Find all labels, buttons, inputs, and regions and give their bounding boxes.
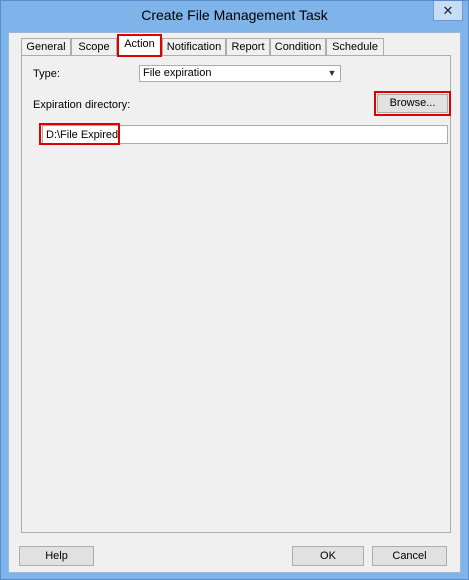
ok-button[interactable]: OK <box>292 546 364 566</box>
dialog-client-area: General Scope Action Notification Report… <box>8 32 461 573</box>
expiration-directory-field[interactable] <box>42 125 448 144</box>
browse-button[interactable]: Browse... <box>374 91 451 116</box>
tab-general[interactable]: General <box>21 38 71 55</box>
chevron-down-icon: ▼ <box>327 68 337 78</box>
type-select[interactable]: File expiration ▼ <box>139 65 341 82</box>
tab-schedule[interactable]: Schedule <box>326 38 384 55</box>
close-icon: ✕ <box>442 3 454 18</box>
help-button[interactable]: Help <box>19 546 94 566</box>
close-button[interactable]: ✕ <box>433 1 463 21</box>
type-label: Type: <box>33 68 60 80</box>
window-title: Create File Management Task <box>141 7 328 23</box>
tab-report[interactable]: Report <box>226 38 270 55</box>
expiration-directory-label: Expiration directory: <box>33 99 131 111</box>
cancel-button[interactable]: Cancel <box>372 546 447 566</box>
tab-condition[interactable]: Condition <box>270 38 326 55</box>
tab-notification[interactable]: Notification <box>162 38 226 55</box>
title-bar[interactable]: Create File Management Task ✕ <box>1 1 468 32</box>
dialog-window: Create File Management Task ✕ General Sc… <box>0 0 469 580</box>
type-select-value: File expiration <box>143 67 212 79</box>
expiration-directory-input[interactable] <box>43 126 447 143</box>
tab-scope[interactable]: Scope <box>71 38 117 55</box>
tab-action[interactable]: Action <box>117 34 162 57</box>
action-tab-panel: Type: File expiration ▼ Expiration direc… <box>21 55 451 533</box>
